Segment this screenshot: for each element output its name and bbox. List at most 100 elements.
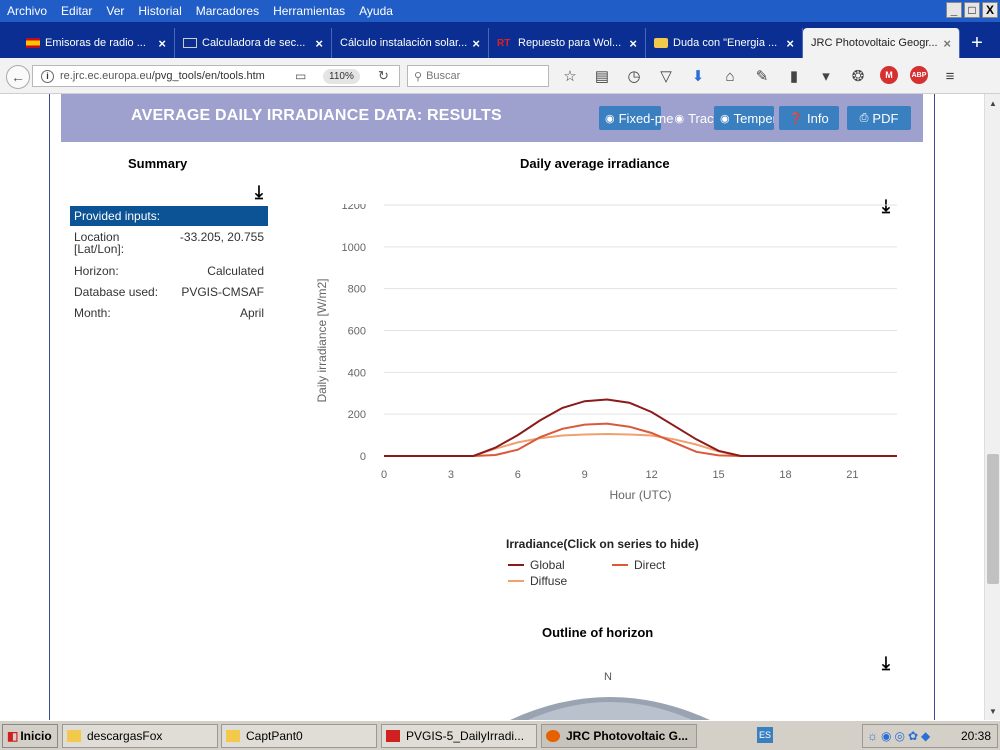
taskbar-captpant[interactable]: CaptPant0 bbox=[221, 724, 377, 748]
tab-calculo[interactable]: Cálculo instalación solar... × bbox=[332, 28, 489, 58]
info-button[interactable]: ❓ Info bbox=[779, 106, 839, 130]
tab-emisoras[interactable]: Emisoras de radio ... × bbox=[18, 28, 175, 58]
tracking-label: Tracki bbox=[688, 110, 717, 126]
chart-title: Daily average irradiance bbox=[520, 156, 670, 171]
language-indicator[interactable]: ES bbox=[757, 727, 773, 743]
irradiance-chart: 0 200 400 600 800 1000 1200 0 3 6 9 12 15 18 21 Hour (U… bbox=[315, 204, 897, 502]
library-icon[interactable]: ▤ bbox=[592, 66, 612, 86]
folder-icon bbox=[654, 38, 668, 48]
menu-ver[interactable]: Ver bbox=[99, 4, 131, 18]
tab-repuesto[interactable]: RT Repuesto para Wol... × bbox=[489, 28, 646, 58]
taskbar-label: PVGIS-5_DailyIrradi... bbox=[406, 729, 525, 743]
scroll-up-icon[interactable]: ▲ bbox=[986, 96, 1000, 110]
back-button[interactable]: ← bbox=[6, 65, 30, 89]
menu-archivo[interactable]: Archivo bbox=[0, 4, 54, 18]
legend-swatch bbox=[508, 564, 524, 566]
url-bar[interactable]: i re.jrc.ec.europa.eu /pvg_tools/en/tool… bbox=[32, 65, 400, 87]
extension-icon[interactable]: ✎ bbox=[752, 66, 772, 86]
new-tab-button[interactable]: + bbox=[960, 28, 994, 58]
tab-label: Calculadora de sec... bbox=[202, 37, 306, 49]
eye-icon: ◉ bbox=[605, 112, 615, 125]
legend-diffuse[interactable]: Diffuse bbox=[508, 574, 567, 588]
x-tick-label: 0 bbox=[381, 469, 387, 481]
menu-ayuda[interactable]: Ayuda bbox=[352, 4, 400, 18]
mega-icon[interactable]: M bbox=[880, 66, 898, 84]
reader-view-icon[interactable]: ▭ bbox=[295, 69, 306, 83]
tray-icons: ☼◉◎✿◆ bbox=[867, 729, 934, 743]
addon-icon[interactable]: ❂ bbox=[848, 66, 868, 86]
start-button[interactable]: ◧ Inicio bbox=[2, 724, 58, 748]
pdf-icon bbox=[386, 730, 400, 742]
legend-global[interactable]: Global bbox=[508, 558, 565, 572]
legend-direct[interactable]: Direct bbox=[612, 558, 665, 572]
eye-icon: ◉ bbox=[674, 112, 685, 125]
tab-calculadora[interactable]: Calculadora de sec... × bbox=[175, 28, 332, 58]
taskbar-pdf[interactable]: PVGIS-5_DailyIrradi... bbox=[381, 724, 537, 748]
download-horizon-icon[interactable]: ⤓ bbox=[876, 653, 896, 673]
firefox-icon bbox=[546, 730, 560, 742]
close-window-button[interactable]: X bbox=[982, 2, 998, 18]
search-input[interactable]: ⚲ Buscar bbox=[407, 65, 549, 87]
taskbar-label: descargasFox bbox=[87, 729, 163, 743]
menu-historial[interactable]: Historial bbox=[131, 4, 188, 18]
hamburger-menu-icon[interactable]: ≡ bbox=[940, 66, 960, 86]
fixed-plane-button[interactable]: ◉ Fixed-p bbox=[599, 106, 661, 130]
tab-duda[interactable]: Duda con "Energia ... × bbox=[646, 28, 803, 58]
close-icon[interactable]: × bbox=[315, 36, 323, 51]
x-tick-label: 21 bbox=[846, 469, 858, 481]
north-label: N bbox=[604, 671, 612, 683]
tab-label: Repuesto para Wol... bbox=[518, 37, 622, 49]
menu-herramientas[interactable]: Herramientas bbox=[266, 4, 352, 18]
download-icon[interactable]: ⬇ bbox=[688, 66, 708, 86]
minimize-button[interactable]: _ bbox=[946, 2, 962, 18]
fixed-plane-label: Fixed-p bbox=[618, 110, 661, 126]
y-tick-label: 800 bbox=[348, 284, 366, 296]
location-key2: [Lat/Lon]: bbox=[74, 242, 125, 256]
reload-icon[interactable]: ↻ bbox=[378, 68, 389, 84]
download-summary-icon[interactable]: ⤓ bbox=[249, 182, 269, 202]
taskbar-label: CaptPant0 bbox=[246, 729, 303, 743]
scroll-thumb[interactable] bbox=[987, 454, 999, 584]
clipboard-icon[interactable]: ▮ bbox=[784, 66, 804, 86]
tab-label: Emisoras de radio ... bbox=[45, 37, 146, 49]
taskbar-firefox[interactable]: JRC Photovoltaic G... bbox=[541, 724, 697, 748]
pocket-icon[interactable]: ▽ bbox=[656, 66, 676, 86]
y-tick-label: 400 bbox=[348, 367, 366, 379]
location-row: Location [Lat/Lon]: -33.205, 20.755 bbox=[74, 230, 264, 256]
x-tick-label: 12 bbox=[646, 469, 658, 481]
info-icon[interactable]: i bbox=[41, 69, 54, 83]
close-icon[interactable]: × bbox=[629, 36, 637, 51]
x-tick-label: 3 bbox=[448, 469, 454, 481]
menu-editar[interactable]: Editar bbox=[54, 4, 99, 18]
location-value: -33.205, 20.755 bbox=[179, 230, 264, 244]
rt-icon: RT bbox=[497, 38, 511, 49]
close-icon[interactable]: × bbox=[786, 36, 794, 51]
legend-title: Irradiance(Click on series to hide) bbox=[506, 537, 699, 551]
scroll-down-icon[interactable]: ▼ bbox=[986, 704, 1000, 718]
flag-es-icon bbox=[26, 38, 40, 48]
bookmark-star-icon[interactable]: ☆ bbox=[560, 66, 580, 86]
system-tray: ☼◉◎✿◆ 20:38 bbox=[862, 724, 998, 748]
maximize-button[interactable]: □ bbox=[964, 2, 980, 18]
close-icon[interactable]: × bbox=[158, 36, 166, 51]
clock: 20:38 bbox=[960, 729, 991, 743]
temperature-button[interactable]: ◉ Temper bbox=[714, 106, 774, 130]
menu-marcadores[interactable]: Marcadores bbox=[189, 4, 266, 18]
home-icon[interactable]: ⌂ bbox=[720, 66, 740, 86]
pdf-button[interactable]: ⎙ PDF bbox=[847, 106, 911, 130]
toolbar-icons: ☆ ▤ ◷ ▽ ⬇ ⌂ ✎ ▮ ▾ ❂ M ABP ≡ bbox=[560, 66, 960, 86]
tab-jrc[interactable]: JRC Photovoltaic Geogr... × bbox=[803, 28, 960, 58]
close-icon[interactable]: × bbox=[943, 36, 951, 51]
start-label: Inicio bbox=[20, 729, 52, 743]
horizon-outline bbox=[510, 697, 710, 720]
extension-menu-icon[interactable]: ▾ bbox=[816, 66, 836, 86]
series-line-diffuse bbox=[384, 432, 897, 457]
y-tick-label: 1000 bbox=[342, 242, 366, 254]
vertical-scrollbar[interactable]: ▲ ▼ bbox=[984, 94, 1000, 720]
adblock-icon[interactable]: ABP bbox=[910, 66, 928, 84]
close-icon[interactable]: × bbox=[472, 36, 480, 51]
tracking-button[interactable]: ne◉Tracki bbox=[657, 106, 717, 130]
history-icon[interactable]: ◷ bbox=[624, 66, 644, 86]
taskbar-descargasfox[interactable]: descargasFox bbox=[62, 724, 218, 748]
zoom-indicator[interactable]: 110% bbox=[323, 69, 360, 84]
